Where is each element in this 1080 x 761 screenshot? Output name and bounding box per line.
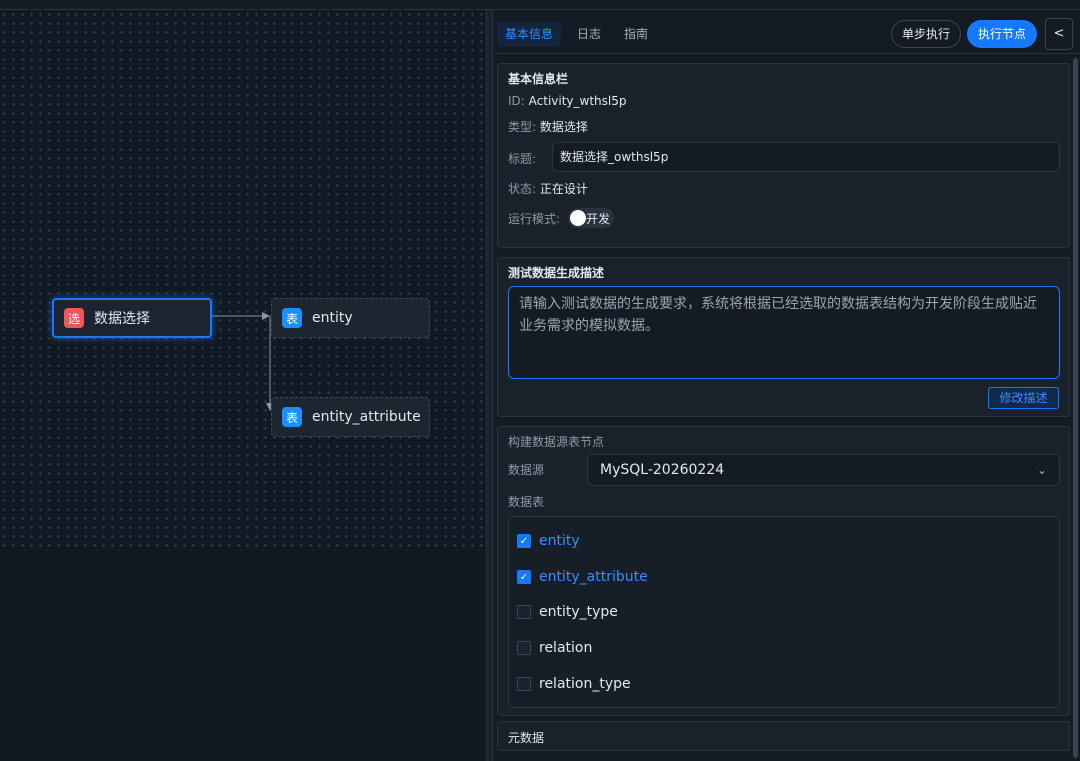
top-strip bbox=[0, 0, 1080, 10]
table-option-label: entity_attribute bbox=[539, 569, 648, 585]
card-title: 测试数据生成描述 bbox=[508, 266, 605, 280]
edges bbox=[205, 312, 274, 411]
datasource-value: MySQL-20260224 bbox=[600, 462, 725, 478]
tables-label: 数据表 bbox=[508, 495, 545, 509]
table-option-label: relation bbox=[539, 640, 593, 656]
execute-node-button[interactable]: 执行节点 bbox=[967, 20, 1037, 48]
type-row: 类型: 数据选择 bbox=[508, 118, 588, 135]
checkbox-icon[interactable] bbox=[517, 677, 531, 691]
name-label: 标题: bbox=[508, 152, 537, 166]
basic-info-card: 基本信息栏 ID: Activity_wthsl5p 类型: 数据选择 标题: … bbox=[497, 63, 1070, 248]
table-option-relation[interactable]: relation bbox=[517, 638, 592, 658]
node-label: entity bbox=[312, 310, 353, 326]
node-label: 数据选择 bbox=[94, 311, 150, 327]
toggle-label: 开发 bbox=[586, 212, 611, 226]
table-option-label: entity bbox=[539, 533, 580, 549]
table-option-entity-type[interactable]: entity_type bbox=[517, 602, 618, 622]
title-input[interactable]: 数据选择_owthsl5p bbox=[552, 142, 1060, 172]
table-option-label: relation_type bbox=[539, 676, 631, 692]
checkbox-checked-icon[interactable]: ✓ bbox=[517, 570, 531, 584]
datasource-card: 构建数据源表节点 数据源 MySQL-20260224 ⌄ 数据表 ✓ enti… bbox=[497, 426, 1070, 716]
checkbox-icon[interactable] bbox=[517, 641, 531, 655]
status-label: 状态: bbox=[508, 182, 537, 196]
test-data-desc-card: 测试数据生成描述 请输入测试数据的生成要求，系统将根据已经选取的数据表结构为开发… bbox=[497, 257, 1070, 417]
step-run-button[interactable]: 单步执行 bbox=[891, 20, 961, 48]
type-label: 类型: bbox=[508, 120, 537, 134]
status-row: 状态: 正在设计 bbox=[508, 180, 588, 197]
card-title: 基本信息栏 bbox=[508, 72, 569, 86]
type-value: 数据选择 bbox=[539, 120, 588, 134]
scrollbar[interactable] bbox=[1071, 56, 1079, 761]
toggle-knob bbox=[570, 210, 586, 226]
select-badge-icon: 选 bbox=[64, 308, 84, 328]
chevron-down-icon: ⌄ bbox=[1036, 463, 1047, 477]
tab-log[interactable]: 日志 bbox=[569, 22, 609, 46]
card-title: 元数据 bbox=[508, 731, 545, 745]
node-entity[interactable]: 表 entity bbox=[271, 298, 430, 338]
modify-description-button[interactable]: 修改描述 bbox=[988, 387, 1059, 409]
panel-header: 基本信息 日志 指南 单步执行 执行节点 < bbox=[493, 10, 1080, 54]
checkbox-checked-icon[interactable]: ✓ bbox=[517, 534, 531, 548]
id-label: ID: bbox=[508, 94, 525, 108]
node-entity-attribute[interactable]: 表 entity_attribute bbox=[271, 397, 430, 437]
collapse-panel-button[interactable]: < bbox=[1045, 18, 1073, 50]
datasource-label: 数据源 bbox=[508, 463, 545, 477]
table-badge-icon: 表 bbox=[282, 308, 302, 328]
status-value: 正在设计 bbox=[539, 182, 588, 196]
table-option-entity[interactable]: ✓ entity bbox=[517, 531, 580, 551]
flow-canvas[interactable]: 选 数据选择 表 entity 表 entity_attribute bbox=[0, 10, 486, 761]
id-row: ID: Activity_wthsl5p bbox=[508, 94, 627, 108]
datasource-select[interactable]: MySQL-20260224 ⌄ bbox=[587, 454, 1060, 486]
panel-resizer[interactable] bbox=[486, 10, 493, 761]
description-textarea[interactable]: 请输入测试数据的生成要求，系统将根据已经选取的数据表结构为开发阶段生成贴近业务需… bbox=[508, 286, 1060, 379]
table-option-relation-type[interactable]: relation_type bbox=[517, 674, 631, 694]
mode-label: 运行模式: bbox=[508, 212, 561, 226]
table-checklist: ✓ entity ✓ entity_attribute entity_type … bbox=[508, 516, 1060, 708]
table-option-label: entity_type bbox=[539, 604, 618, 620]
node-label: entity_attribute bbox=[312, 409, 421, 425]
checkbox-icon[interactable] bbox=[517, 605, 531, 619]
tab-guide[interactable]: 指南 bbox=[616, 22, 656, 46]
metadata-card[interactable]: 元数据 bbox=[497, 721, 1070, 751]
tab-basic-info[interactable]: 基本信息 bbox=[497, 22, 562, 46]
table-option-entity-attribute[interactable]: ✓ entity_attribute bbox=[517, 567, 648, 587]
scrollbar-thumb[interactable] bbox=[1073, 58, 1078, 758]
run-mode-toggle[interactable]: 开发 bbox=[568, 208, 614, 228]
node-data-select[interactable]: 选 数据选择 bbox=[52, 298, 212, 338]
properties-panel: 基本信息 日志 指南 单步执行 执行节点 < 基本信息栏 ID: Activit… bbox=[493, 10, 1080, 761]
id-value: Activity_wthsl5p bbox=[528, 94, 627, 108]
table-badge-icon: 表 bbox=[282, 407, 302, 427]
card-title: 构建数据源表节点 bbox=[508, 435, 605, 449]
